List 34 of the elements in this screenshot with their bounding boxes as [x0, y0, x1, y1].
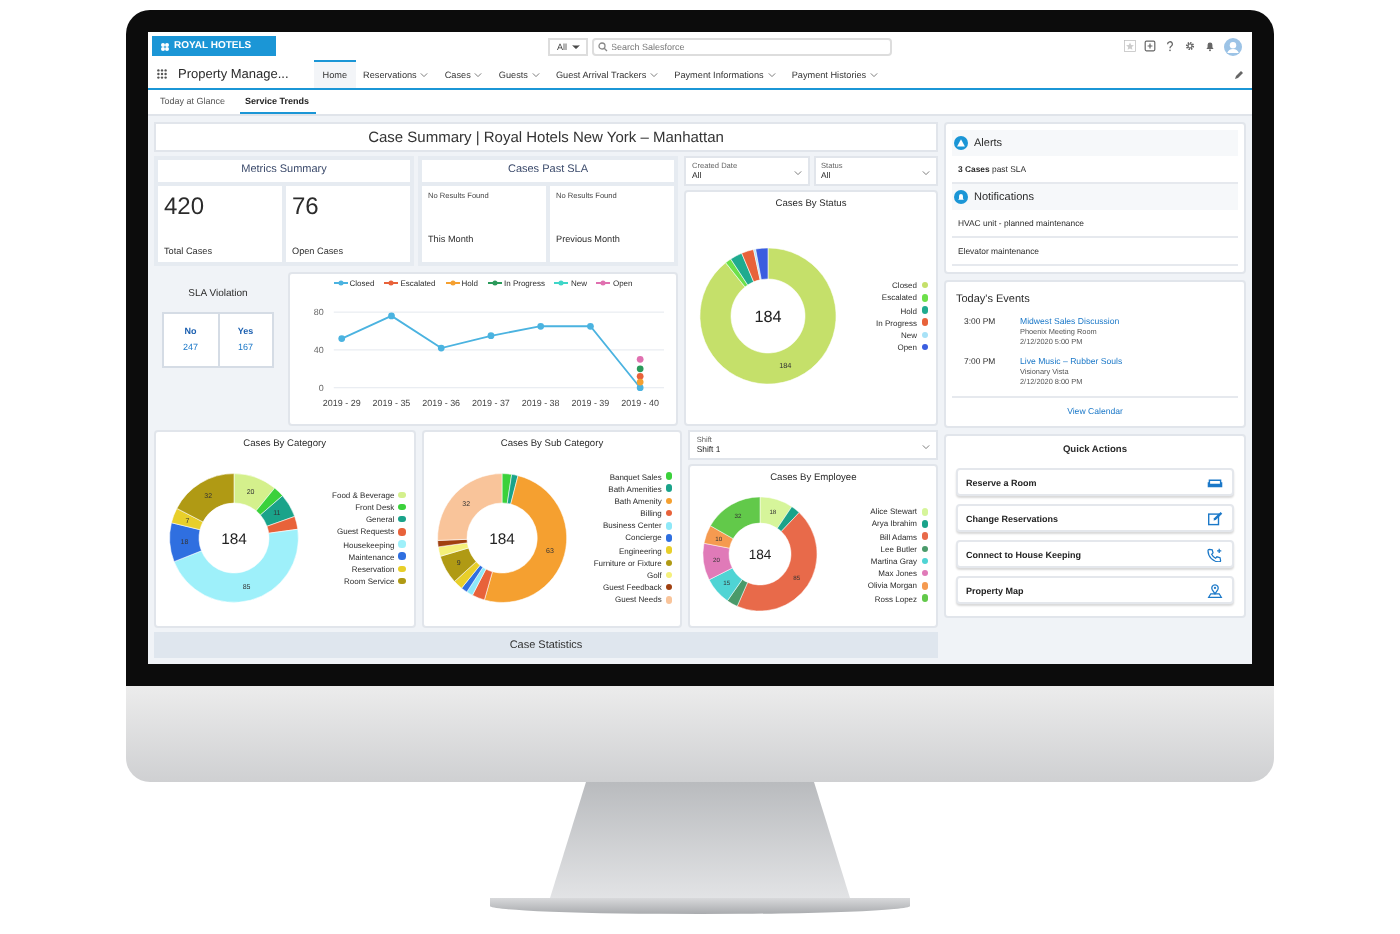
donut-slice	[453, 561, 480, 589]
total-value: 184	[754, 308, 782, 327]
metric-value: 76	[292, 191, 321, 220]
chevron-down-icon	[793, 169, 801, 176]
chevron-down-icon	[650, 72, 659, 78]
data-point	[537, 322, 545, 330]
edit-icon	[1206, 511, 1224, 525]
logo-icon	[160, 41, 170, 51]
chevron-down-icon	[870, 72, 879, 78]
add-icon[interactable]	[1144, 40, 1156, 52]
total-value: 184	[488, 529, 515, 548]
data-point	[437, 344, 445, 351]
bell-icon[interactable]	[1204, 40, 1216, 52]
metric-value: 420	[164, 191, 207, 220]
pencil-icon[interactable]	[1234, 69, 1244, 79]
total-value: 184	[221, 529, 247, 548]
chevron-down-icon	[922, 443, 931, 450]
search-icon	[597, 41, 607, 51]
chevron-down-icon	[420, 72, 429, 78]
chevron-down-icon	[922, 169, 930, 176]
chevron-down-icon	[571, 43, 579, 49]
data-point	[587, 322, 594, 330]
data-point	[388, 311, 395, 319]
app-launcher-icon[interactable]	[156, 68, 168, 80]
settings-icon[interactable]	[1184, 40, 1196, 52]
help-icon[interactable]	[1164, 40, 1176, 52]
sofa-icon	[1206, 475, 1224, 489]
map-pin-icon	[1206, 583, 1224, 597]
phone-icon	[1206, 547, 1224, 561]
data-point	[338, 334, 346, 342]
data-point	[487, 331, 495, 339]
chevron-down-icon	[531, 72, 540, 78]
chevron-down-icon	[767, 72, 776, 78]
chevron-down-icon	[474, 72, 483, 78]
